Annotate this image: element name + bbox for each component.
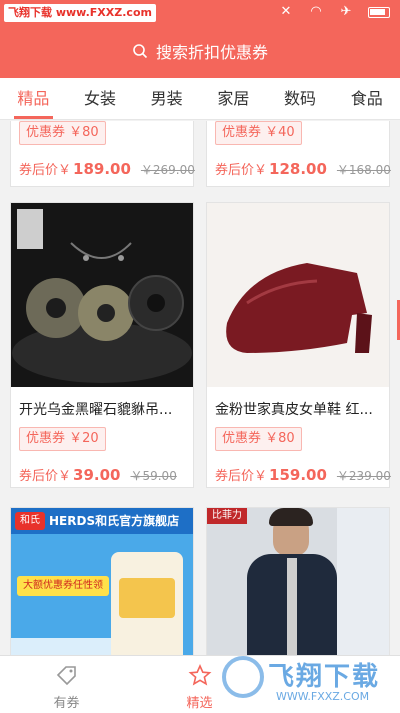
product-image[interactable] [11, 203, 193, 387]
tab-digital[interactable]: 数码 [267, 78, 334, 119]
after-coupon-label: 券后价￥ [215, 469, 268, 484]
price-row: 券后价￥ 159.00 ￥239.00 [215, 465, 391, 484]
app-root: 飞翔下载 www.FXXZ.com ✕ ◠ ✈ 搜索折扣优惠券 精品 女装 男装… [0, 0, 400, 713]
mute-icon: ✕ [280, 4, 292, 19]
watermark: 飞翔下载 www.FXXZ.com [4, 4, 156, 22]
product-card[interactable]: 优惠券 ￥80 券后价￥ 189.00 ￥269.00 [10, 121, 195, 187]
product-title[interactable]: 金粉世家真皮女单鞋 红... [215, 399, 383, 419]
tab-womens[interactable]: 女装 [67, 78, 134, 119]
coupon-badge: 优惠券 ￥80 [215, 427, 302, 451]
price: 159.00 [269, 466, 327, 484]
price: 189.00 [73, 160, 131, 178]
site-logo [222, 656, 264, 698]
promo-label: 大额优惠券任性领 [17, 576, 109, 596]
tab-food[interactable]: 食品 [333, 78, 400, 119]
original-price: ￥269.00 [140, 163, 195, 177]
after-coupon-label: 券后价￥ [19, 163, 72, 178]
site-url: WWW.FXXZ.COM [276, 690, 370, 703]
nav-coupons[interactable]: 有券 [0, 656, 133, 713]
original-price: ￥59.00 [130, 469, 177, 483]
brand-badge: 和氏 [15, 512, 45, 530]
product-image[interactable]: 和氏 HERDS和氏官方旗舰店 大额优惠券任性领 [11, 508, 193, 655]
header: 飞翔下载 www.FXXZ.com ✕ ◠ ✈ 搜索折扣优惠券 [0, 0, 400, 78]
product-title[interactable]: 开光乌金黑曜石貔貅吊... [19, 399, 187, 419]
tab-featured[interactable]: 精品 [0, 78, 67, 119]
site-watermark: 飞翔下载 WWW.FXXZ.COM [216, 650, 392, 708]
search-bar[interactable]: 搜索折扣优惠券 [0, 36, 400, 66]
product-card[interactable]: 金粉世家真皮女单鞋 红... 优惠券 ￥80 券后价￥ 159.00 ￥239.00 [206, 202, 391, 488]
price-row: 券后价￥ 39.00 ￥59.00 [19, 465, 177, 484]
tag-icon [56, 666, 76, 686]
status-icons: ✕ ◠ ✈ [278, 4, 390, 19]
after-coupon-label: 券后价￥ [19, 469, 72, 484]
product-image[interactable] [207, 203, 389, 387]
brand-badge: 比菲力 [207, 508, 247, 524]
obsidian-pendant-image [11, 203, 193, 387]
search-placeholder: 搜索折扣优惠券 [155, 43, 268, 62]
original-price: ￥168.00 [336, 163, 391, 177]
category-tabs: 精品 女装 男装 家居 数码 食品 [0, 78, 400, 120]
status-bar: 飞翔下载 www.FXXZ.com ✕ ◠ ✈ [0, 0, 400, 26]
price-row: 券后价￥ 189.00 ￥269.00 [19, 159, 195, 178]
airplane-icon: ✈ [340, 4, 352, 19]
coupon-badge: 优惠券 ￥20 [19, 427, 106, 451]
star-icon [188, 664, 211, 686]
nav-coupons-label: 有券 [53, 696, 80, 711]
tab-mens[interactable]: 男装 [133, 78, 200, 119]
product-card[interactable]: 比菲力 [206, 507, 390, 655]
site-title: 飞翔下载 [268, 662, 381, 692]
product-image[interactable]: 比菲力 [207, 508, 389, 655]
red-shoe-image [207, 203, 389, 387]
price-row: 券后价￥ 128.00 ￥168.00 [215, 159, 391, 178]
after-coupon-label: 券后价￥ [215, 163, 268, 178]
product-card[interactable]: 开光乌金黑曜石貔貅吊... 优惠券 ￥20 券后价￥ 39.00 ￥59.00 [10, 202, 194, 488]
product-grid: 优惠券 ￥80 券后价￥ 189.00 ￥269.00 优惠券 ￥40 券后价￥ 12… [0, 121, 400, 655]
tab-home[interactable]: 家居 [200, 78, 267, 119]
coupon-badge: 优惠券 ￥80 [19, 121, 106, 145]
search-icon [133, 44, 148, 59]
coupon-badge: 优惠券 ￥40 [215, 121, 302, 145]
store-banner: HERDS和氏官方旗舰店 [49, 514, 180, 528]
original-price: ￥239.00 [336, 469, 391, 483]
price: 128.00 [269, 160, 327, 178]
wifi-icon: ◠ [310, 4, 322, 19]
product-card[interactable]: 优惠券 ￥40 券后价￥ 128.00 ￥168.00 [206, 121, 391, 187]
battery-icon [368, 7, 390, 18]
price: 39.00 [73, 466, 121, 484]
product-card[interactable]: 和氏 HERDS和氏官方旗舰店 大额优惠券任性领 [10, 507, 194, 655]
